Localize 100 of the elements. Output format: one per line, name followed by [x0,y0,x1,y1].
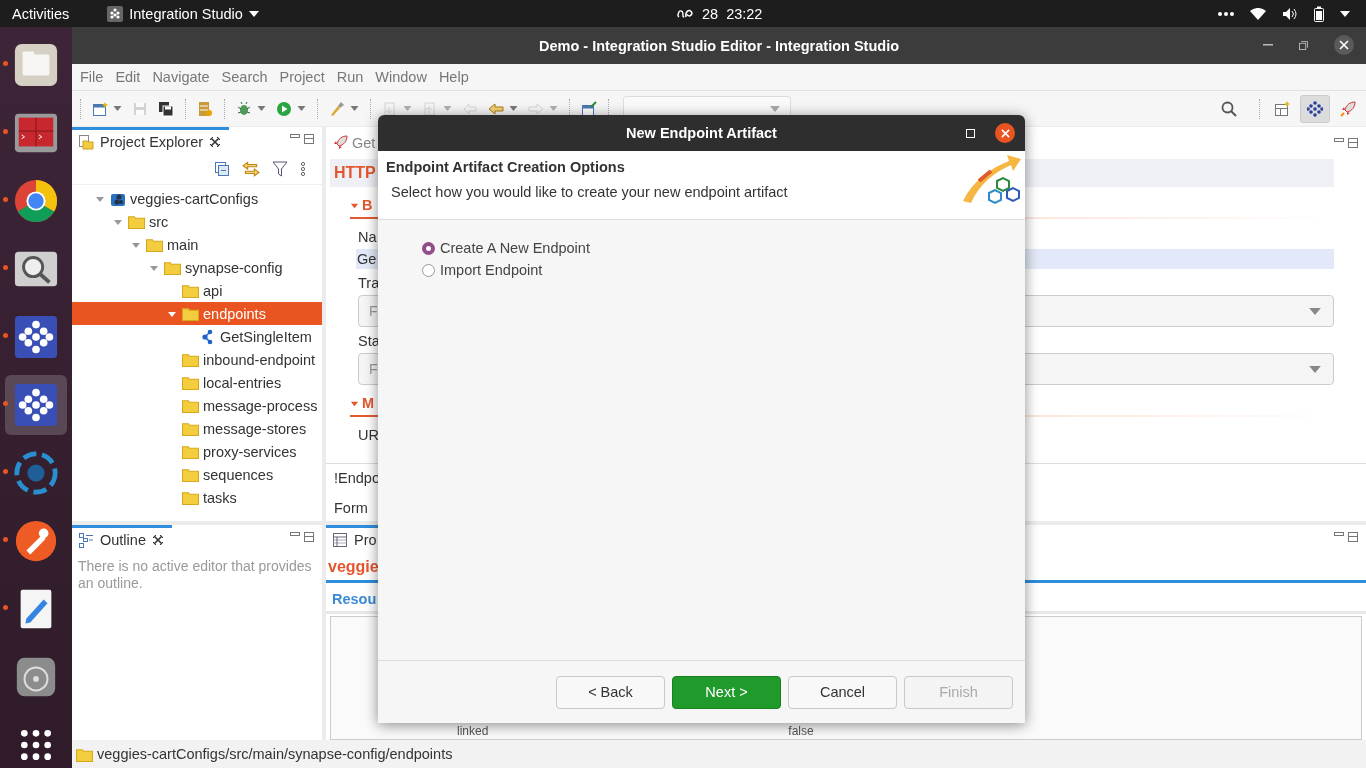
menu-item[interactable]: Project [273,69,331,85]
rocket-icon [1340,100,1356,117]
wifi-icon [1250,7,1266,20]
swirl-icon [13,450,59,496]
tree-item[interactable]: main [72,233,322,256]
folder-icon [182,467,199,482]
tree-item[interactable]: message-process [72,394,322,417]
minimize-icon[interactable] [290,134,300,140]
caret-icon [1340,10,1350,17]
menu-item[interactable]: Navigate [146,69,216,85]
close-icon [1339,40,1349,50]
dropdown-caret-icon [403,106,412,111]
tree-item[interactable]: proxy-services [72,440,322,463]
clock[interactable]: 28 23:22 [676,5,763,22]
folder-icon [182,283,199,298]
folder-icon [182,421,199,436]
more-dots-icon [1218,11,1234,16]
dropdown-caret-icon [350,106,359,111]
tree-item[interactable]: endpoints [72,302,322,325]
time-text: 23:22 [726,5,763,22]
app-menu[interactable]: Integration Studio [107,5,259,22]
minimize-icon[interactable] [1334,138,1344,144]
close-button[interactable] [995,123,1015,143]
view-tab[interactable]: Outline [72,525,172,552]
menu-item[interactable]: Run [330,69,370,85]
dropdown-caret-icon [113,106,122,111]
folder-icon [76,746,93,762]
view-menu-icon[interactable] [300,161,306,177]
field-label: UR [358,427,380,443]
dialog-button[interactable]: Cancel [788,675,897,709]
minimize-icon[interactable] [1334,532,1344,538]
perspective-button[interactable] [1300,94,1330,123]
dialog-button[interactable]: < Back [556,675,665,709]
activities-button[interactable]: Activities [0,5,82,22]
close-icon[interactable] [209,136,222,148]
empty-outline-message: There is no active editor that provides an outline. [78,558,313,592]
dropdown-caret-icon [1309,365,1321,373]
minimize-icon[interactable] [290,532,300,538]
properties-tab[interactable]: Resou [332,591,377,607]
close-icon [1000,128,1010,138]
tree-item[interactable]: sequences [72,463,322,486]
hexagon-dots-icon [1307,100,1323,117]
dialog-title: New Endpoint Artifact [626,125,777,141]
tree-item[interactable]: src [72,210,322,233]
filter-icon[interactable] [272,161,288,177]
folder-icon [182,444,199,459]
previous-annotation-icon [422,100,438,117]
dialog-button[interactable]: Next > [672,675,781,709]
next-annotation-icon [382,100,398,117]
menu-item[interactable]: Help [432,69,475,85]
folder-icon [182,375,199,390]
table-icon [332,532,348,548]
tree-item[interactable]: synapse-config [72,256,322,279]
search-icon[interactable] [1221,100,1237,117]
tree-item[interactable]: api [72,279,322,302]
dropdown-caret-icon [1309,307,1321,315]
folder-icon [146,237,163,252]
radio-button[interactable] [422,241,435,255]
radio-option[interactable]: Create A New Endpoint [422,240,981,256]
dropdown-caret-icon [297,106,306,111]
close-icon[interactable] [151,534,164,546]
view-tab[interactable]: Project Explorer [72,127,230,154]
radio-option[interactable]: Import Endpoint [422,262,981,278]
menu-item[interactable]: Window [369,69,433,85]
editor-tab[interactable]: Get [326,135,382,151]
dropdown-caret-icon [443,106,452,111]
window-title: Demo - Integration Studio Editor - Integration Studio [538,37,900,54]
date-text: 28 [702,5,719,22]
close-button[interactable] [1334,35,1354,55]
field-label: Tra [358,275,381,291]
tree-item[interactable]: inbound-endpoint [72,348,322,371]
table-cell: linked [457,725,489,738]
tree-item[interactable]: local-entries [72,371,322,394]
pen-nib-icon [329,100,345,117]
folder-icon [128,214,145,229]
tree-item[interactable]: GetSingleItem [72,325,322,348]
menu-item[interactable]: File [74,69,110,85]
folder-icon [182,490,199,505]
menu-item[interactable]: Search [215,69,274,85]
tree-item[interactable]: tasks [72,486,322,509]
field-label: Na [358,229,378,245]
save-icon [132,100,148,117]
dock-item[interactable] [5,375,67,435]
new-window-icon [92,100,108,117]
restore-icon[interactable] [1299,40,1308,50]
tree-item[interactable]: veggies-cartConfigs [72,187,322,210]
tree-item[interactable]: message-stores [72,417,322,440]
wizard-description: Select how you would like to create your new endpoint artifact [390,184,788,200]
menu-item[interactable]: Edit [109,69,147,85]
radio-button[interactable] [422,263,435,277]
hexagon-dots-icon [13,382,59,428]
collapse-all-icon[interactable] [214,161,230,177]
caret-icon [248,10,259,17]
link-arrows-icon[interactable] [242,160,260,178]
dropdown-caret-icon [770,105,780,112]
status-path: veggies-cartConfigs/src/main/synapse-config/endpoints [97,746,453,762]
dropdown-caret-icon [549,106,558,111]
browser-icon [13,178,59,224]
dropdown-caret-icon [257,106,266,111]
folder-icon [164,260,181,275]
